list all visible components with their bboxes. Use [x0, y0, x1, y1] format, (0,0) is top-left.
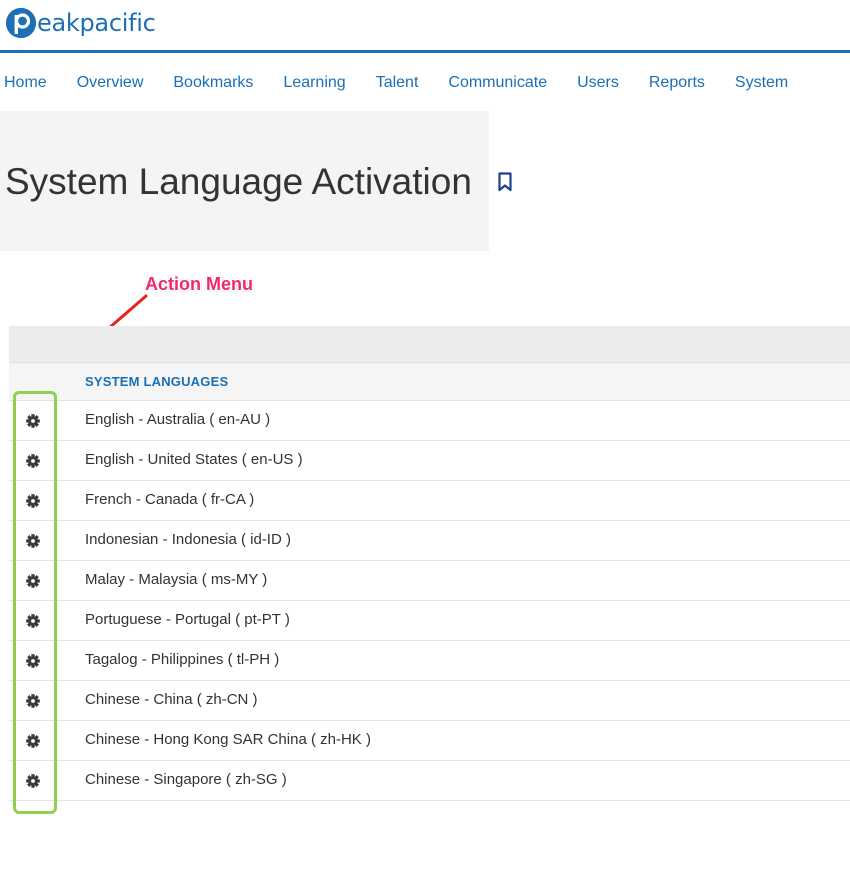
nav-item-users[interactable]: Users — [577, 72, 619, 94]
language-name: Indonesian - Indonesia ( id-ID ) — [85, 531, 291, 548]
gear-icon[interactable] — [26, 454, 40, 468]
language-name: French - Canada ( fr-CA ) — [85, 491, 255, 508]
column-header-system-languages[interactable]: SYSTEM LANGUAGES — [85, 363, 228, 400]
nav-item-reports[interactable]: Reports — [649, 72, 705, 94]
gear-icon[interactable] — [26, 574, 40, 588]
gear-icon[interactable] — [26, 614, 40, 628]
nav-item-overview[interactable]: Overview — [77, 72, 144, 94]
table-row: Portuguese - Portugal ( pt-PT ) — [9, 601, 850, 641]
language-name: English - United States ( en-US ) — [85, 451, 303, 468]
page-title: System Language Activation — [5, 161, 472, 202]
logo-mark — [6, 8, 36, 38]
table-toolbar — [9, 326, 850, 363]
gear-icon[interactable] — [26, 734, 40, 748]
table-row: Indonesian - Indonesia ( id-ID ) — [9, 521, 850, 561]
language-name: Tagalog - Philippines ( tl-PH ) — [85, 651, 280, 668]
gear-icon[interactable] — [26, 654, 40, 668]
table-row: Tagalog - Philippines ( tl-PH ) — [9, 641, 850, 681]
language-name: Chinese - Singapore ( zh-SG ) — [85, 771, 287, 788]
bookmark-icon[interactable] — [497, 172, 513, 197]
table-row: Chinese - Hong Kong SAR China ( zh-HK ) — [9, 721, 850, 761]
language-name: English - Australia ( en-AU ) — [85, 411, 271, 428]
header-divider — [0, 50, 850, 53]
nav-item-bookmarks[interactable]: Bookmarks — [173, 72, 253, 94]
nav-item-system[interactable]: System — [735, 72, 788, 94]
gear-icon[interactable] — [26, 694, 40, 708]
language-list: English - Australia ( en-AU ) English - … — [9, 401, 850, 801]
table-row: Chinese - China ( zh-CN ) — [9, 681, 850, 721]
nav-item-home[interactable]: Home — [4, 72, 47, 94]
main-nav: Home Overview Bookmarks Learning Talent … — [0, 72, 818, 94]
app-header: eakpacific — [0, 0, 850, 50]
nav-item-communicate[interactable]: Communicate — [448, 72, 547, 94]
language-name: Chinese - Hong Kong SAR China ( zh-HK ) — [85, 731, 371, 748]
gear-icon[interactable] — [26, 414, 40, 428]
table-row: Chinese - Singapore ( zh-SG ) — [9, 761, 850, 801]
language-name: Malay - Malaysia ( ms-MY ) — [85, 571, 268, 588]
table-row: English - United States ( en-US ) — [9, 441, 850, 481]
table-row: English - Australia ( en-AU ) — [9, 401, 850, 441]
peakpacific-logo[interactable]: eakpacific — [6, 7, 156, 39]
annotation-label: Action Menu — [145, 274, 253, 294]
language-name: Portuguese - Portugal ( pt-PT ) — [85, 611, 290, 628]
logo-p-glyph — [6, 8, 36, 38]
nav-item-talent[interactable]: Talent — [376, 72, 419, 94]
gear-icon[interactable] — [26, 774, 40, 788]
gear-icon[interactable] — [26, 534, 40, 548]
gear-icon[interactable] — [26, 494, 40, 508]
table-row: Malay - Malaysia ( ms-MY ) — [9, 561, 850, 601]
logo-wordmark: eakpacific — [37, 9, 156, 37]
nav-item-learning[interactable]: Learning — [283, 72, 345, 94]
table-header: SYSTEM LANGUAGES — [9, 363, 850, 401]
language-name: Chinese - China ( zh-CN ) — [85, 691, 258, 708]
table-row: French - Canada ( fr-CA ) — [9, 481, 850, 521]
